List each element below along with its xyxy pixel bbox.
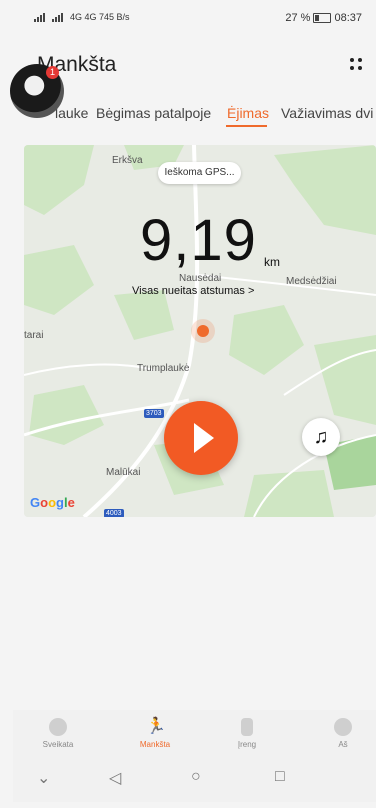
watch-icon bbox=[241, 718, 253, 736]
nav-exercise[interactable]: 🏃 Mankšta bbox=[120, 710, 190, 749]
total-distance-link[interactable]: Visas nueitas atstumas > bbox=[132, 285, 254, 297]
tab-outdoor-run[interactable]: lauke bbox=[55, 105, 88, 121]
status-right: 27 % 08:37 bbox=[285, 12, 362, 24]
signal-icon-2 bbox=[52, 12, 66, 22]
map-place-label: Trumplaukė bbox=[137, 363, 190, 374]
user-icon bbox=[334, 718, 352, 736]
signal-icon bbox=[34, 12, 48, 22]
notification-badge: 1 bbox=[46, 66, 59, 79]
status-bar: 4G 4G 745 B/s 27 % 08:37 bbox=[0, 0, 376, 34]
active-tab-indicator bbox=[226, 125, 267, 127]
nav-health[interactable]: Sveikata bbox=[23, 710, 93, 749]
music-button[interactable]: ♫ bbox=[302, 418, 340, 456]
google-logo: Google bbox=[30, 495, 75, 510]
map-place-label: Nausėdai bbox=[179, 273, 222, 284]
heart-icon bbox=[49, 718, 67, 736]
tab-indoor-run[interactable]: Bėgimas patalpoje bbox=[96, 105, 211, 121]
avatar[interactable]: 1 bbox=[10, 64, 64, 118]
road-number: 3703 bbox=[144, 409, 164, 418]
current-location-marker bbox=[197, 325, 209, 337]
map-place-label: Medsėdžiai bbox=[286, 276, 337, 287]
gps-status-pill: Ieškoma GPS... bbox=[158, 162, 241, 184]
battery-percent: 27 % bbox=[285, 12, 311, 24]
map-place-label: tarai bbox=[24, 330, 44, 341]
total-distance-value: 9,19 bbox=[140, 208, 257, 273]
distance-unit: km bbox=[264, 255, 280, 269]
recents-icon[interactable]: □ bbox=[275, 768, 285, 786]
tab-cycling[interactable]: Važiavimas dvi bbox=[281, 105, 373, 121]
battery-icon bbox=[313, 13, 332, 23]
more-icon[interactable] bbox=[350, 58, 364, 72]
tab-walking[interactable]: Ėjimas bbox=[227, 105, 269, 121]
nav-label: Aš bbox=[338, 740, 348, 749]
network-speed: 4G 4G 745 B/s bbox=[70, 12, 130, 22]
screen: 4G 4G 745 B/s 27 % 08:37 Mankšta lauke B… bbox=[0, 0, 376, 808]
road-number: 4003 bbox=[104, 509, 124, 517]
nav-devices[interactable]: Įreng bbox=[212, 710, 282, 749]
clock: 08:37 bbox=[334, 12, 362, 24]
nav-label: Mankšta bbox=[139, 740, 171, 749]
start-workout-button[interactable] bbox=[164, 401, 238, 475]
bottom-navigation: Sveikata 🏃 Mankšta Įreng Aš bbox=[13, 710, 376, 758]
nav-label: Įreng bbox=[237, 740, 257, 749]
map-place-label: Malūkai bbox=[106, 467, 141, 478]
map-place-label: Erkšva bbox=[112, 155, 143, 166]
map-view[interactable]: Ieškoma GPS... 9,19 km Visas nueitas ats… bbox=[24, 145, 376, 517]
status-left: 4G 4G 745 B/s bbox=[34, 12, 130, 22]
music-note-icon: ♫ bbox=[313, 426, 329, 448]
chevron-down-icon[interactable]: ⌄ bbox=[37, 768, 50, 788]
back-icon[interactable]: ◁ bbox=[109, 768, 121, 788]
system-navigation-bar: ⌄ ◁ ○ □ bbox=[13, 758, 376, 802]
running-icon: 🏃 bbox=[146, 718, 166, 735]
nav-me[interactable]: Aš bbox=[308, 710, 376, 749]
nav-label: Sveikata bbox=[42, 740, 74, 749]
home-icon[interactable]: ○ bbox=[191, 768, 201, 786]
